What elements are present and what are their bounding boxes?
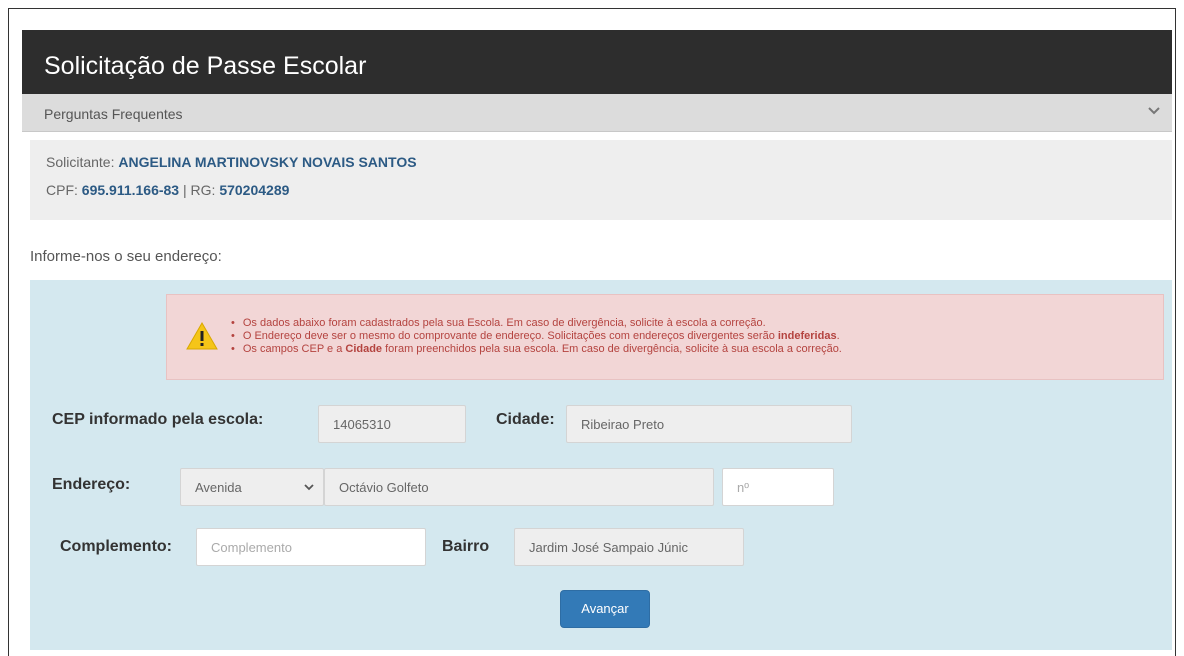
cep-label: CEP informado pela escola: [52,411,264,428]
cep-field[interactable]: 14065310 [318,405,466,443]
rg-value: 570204289 [219,182,290,198]
alert-item: O Endereço deve ser o mesmo do comprovan… [231,330,842,343]
alert-list: Os dados abaixo foram cadastrados pela s… [231,317,842,356]
page-header: Solicitação de Passe Escolar [22,30,1172,94]
cpf-label: CPF: [46,182,78,198]
complemento-field[interactable]: Complemento [196,528,426,566]
doc-separator: | [183,182,187,198]
rg-label: RG: [190,182,216,198]
bairro-label: Bairro [442,538,490,555]
alert-item: Os dados abaixo foram cadastrados pela s… [231,317,842,330]
faq-dropdown[interactable]: Perguntas Frequentes [22,94,1172,132]
address-form-panel: Os dados abaixo foram cadastrados pela s… [30,280,1172,650]
street-field[interactable]: Octávio Golfeto [324,468,714,506]
number-field[interactable]: nº [722,468,834,506]
cidade-label: Cidade: [496,411,555,428]
chevron-down-icon [304,484,314,491]
applicant-info: Solicitante: ANGELINA MARTINOVSKY NOVAIS… [30,140,1172,220]
next-button[interactable]: Avançar [560,590,650,628]
applicant-name-line: Solicitante: ANGELINA MARTINOVSKY NOVAIS… [46,154,417,170]
warning-alert: Os dados abaixo foram cadastrados pela s… [166,294,1164,380]
alert-item: Os campos CEP e a Cidade foram preenchid… [231,343,842,356]
bairro-field[interactable]: Jardim José Sampaio Júnic [514,528,744,566]
applicant-name-label: Solicitante: [46,154,115,170]
cidade-field[interactable]: Ribeirao Preto [566,405,852,443]
endereco-label: Endereço: [52,476,131,493]
warning-icon [186,321,218,350]
address-type-select[interactable]: Avenida [180,468,324,506]
page-title: Solicitação de Passe Escolar [44,52,367,80]
address-type-value: Avenida [195,480,242,495]
faq-label: Perguntas Frequentes [44,106,183,122]
address-prompt: Informe-nos o seu endereço: [30,248,222,265]
applicant-name: ANGELINA MARTINOVSKY NOVAIS SANTOS [118,154,417,170]
cpf-value: 695.911.166-83 [81,182,180,198]
applicant-docs-line: CPF: 695.911.166-83 | RG: 570204289 [46,182,289,198]
chevron-down-icon [1148,107,1160,115]
complemento-label: Complemento: [60,538,172,555]
